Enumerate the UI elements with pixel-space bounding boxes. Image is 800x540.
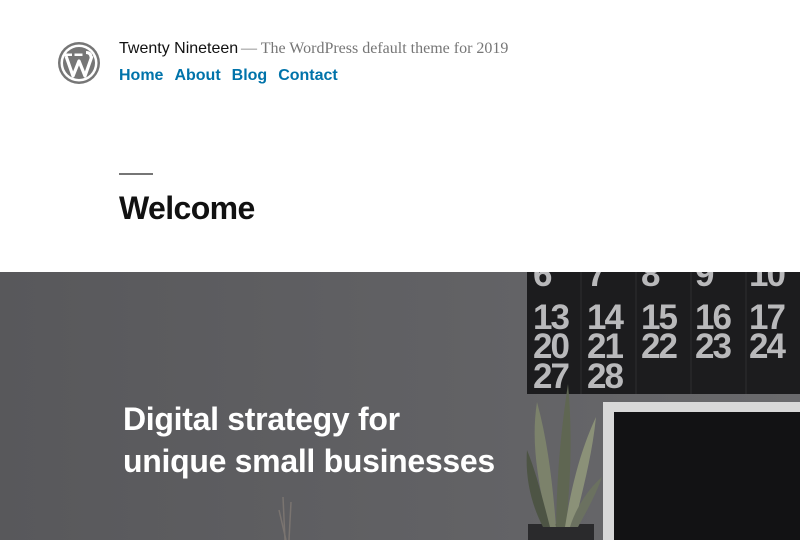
wordpress-logo-icon[interactable] [57, 41, 101, 85]
nav-item-contact[interactable]: Contact [278, 67, 338, 85]
calendar-number: 10 [749, 272, 785, 294]
nav-item-home[interactable]: Home [119, 67, 163, 85]
site-title[interactable]: Twenty Nineteen [119, 40, 238, 58]
calendar-number: 8 [641, 272, 660, 294]
cover-heading-line-2: unique small businesses [123, 443, 495, 479]
calendar-number: 7 [587, 272, 605, 294]
title-divider [119, 173, 153, 175]
calendar-number: 27 [533, 357, 568, 396]
calendar-number: 6 [533, 272, 552, 294]
calendar-number: 28 [587, 357, 623, 396]
calendar-number: 23 [695, 327, 731, 366]
site-description: — The WordPress default theme for 2019 [241, 40, 509, 57]
calendar-poster: 6 7 8 9 1013 14 15 16 1720 21 22 23 2427 28 [527, 272, 800, 396]
nav-item-about[interactable]: About [174, 67, 220, 85]
page-title: Welcome [119, 190, 255, 226]
monitor-image [603, 402, 800, 540]
calendar-number: 22 [641, 327, 677, 366]
calendar-number: 24 [749, 327, 786, 366]
cover-block: 6 7 8 9 10 13 14 15 16 17 20 21 22 23 24 27 28 Digital s… [0, 272, 800, 540]
site-header: Twenty Nineteen — The WordPress default … [0, 0, 800, 272]
cover-heading-line-1: Digital strategy for [123, 401, 400, 437]
main-navigation: Home About Blog Contact [119, 67, 338, 85]
calendar-number: 9 [695, 272, 714, 294]
cover-heading: Digital strategy for unique small busine… [123, 398, 495, 482]
nav-item-blog[interactable]: Blog [232, 67, 268, 85]
